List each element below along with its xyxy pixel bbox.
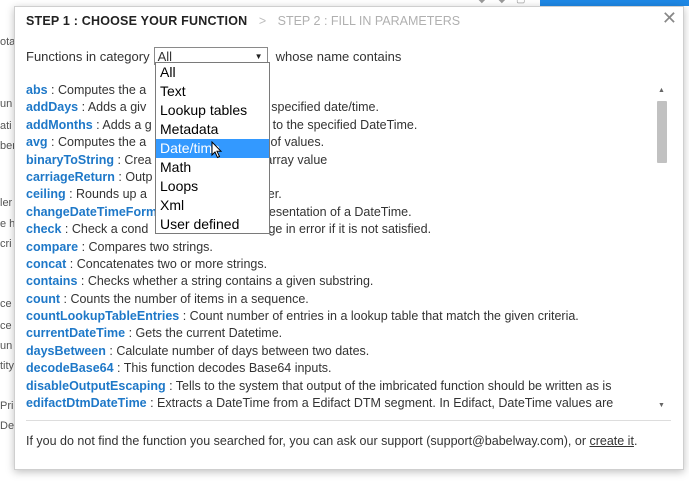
scrollbar-thumb[interactable] (657, 101, 667, 163)
function-description: : Compares two strings. (78, 239, 213, 254)
function-name[interactable]: daysBetween (26, 344, 106, 358)
function-list-item[interactable]: concat : Concatenates two or more string… (26, 256, 651, 273)
function-description: : Concatenates two or more strings. (66, 256, 268, 271)
function-list-item[interactable]: currentDateTime : Gets the current Datet… (26, 325, 651, 342)
function-list-item[interactable]: daysBetween : Calculate number of days b… (26, 343, 651, 360)
function-name[interactable]: abs (26, 83, 48, 97)
step-2-label: STEP 2 : FILL IN PARAMETERS (277, 14, 461, 28)
category-option[interactable]: User defined (156, 215, 269, 234)
function-name[interactable]: carriageReturn (26, 170, 115, 184)
function-list-item[interactable]: compare : Compares two strings. (26, 239, 651, 256)
function-name[interactable]: edifactDtmDateTime (26, 396, 147, 410)
filter-suffix-label: whose name contains (275, 48, 402, 64)
function-list-item[interactable]: binaryToString : Crea yte array value (26, 152, 651, 169)
function-list-item[interactable]: countLookupTableEntries : Count number o… (26, 308, 651, 325)
function-description: : Returns the id of a given type from a … (96, 413, 610, 414)
function-name[interactable]: changeDateTimeForm (26, 205, 157, 219)
function-list: abs : Computes the a addDays : Adds a giv… (26, 82, 651, 414)
function-description: : Tells to the system that output of the… (165, 378, 612, 393)
function-list-item[interactable]: abs : Computes the a (26, 82, 651, 99)
function-name[interactable]: count (26, 292, 60, 306)
function-list-item[interactable]: disableOutputEscaping : Tells to the sys… (26, 378, 651, 395)
category-option[interactable]: Xml (156, 196, 269, 215)
mouse-cursor-icon (211, 141, 223, 159)
function-list-item[interactable]: count : Counts the number of items in a … (26, 291, 651, 308)
function-list-item[interactable]: decodeBase64 : This function decodes Bas… (26, 360, 651, 377)
function-description: : Counts the number of items in a sequen… (60, 291, 309, 306)
close-icon[interactable]: ✕ (662, 8, 677, 28)
filter-prefix-label: Functions in category (26, 48, 150, 64)
footer-text: If you do not find the function you sear… (26, 434, 590, 448)
function-description: : Checks whether a string contains a giv… (77, 274, 374, 289)
function-list-item[interactable]: avg : Computes the a ence of values. (26, 134, 651, 151)
function-list-item[interactable]: addDays : Adds a giv o the specified dat… (26, 99, 651, 116)
function-name[interactable]: currentDateTime (26, 326, 125, 340)
category-option[interactable]: Text (156, 82, 269, 101)
function-list-item[interactable]: check : Check a cond essage in error if … (26, 221, 651, 238)
footer-divider (26, 420, 671, 421)
function-description: : Calculate number of days between two d… (105, 343, 370, 358)
function-name[interactable]: disableOutputEscaping (26, 379, 166, 393)
function-name[interactable]: ceiling (26, 187, 66, 201)
function-list-item[interactable]: ceiling : Rounds up a integer. (26, 186, 651, 203)
function-name[interactable]: edifactPiaId (26, 413, 96, 414)
function-list-container: abs : Computes the a addDays : Adds a giv… (26, 79, 669, 414)
function-name[interactable]: compare (26, 240, 78, 254)
function-name[interactable]: contains (26, 274, 77, 288)
function-list-item[interactable]: edifactDtmDateTime : Extracts a DateTime… (26, 395, 651, 412)
function-description: : Computes the a (47, 83, 147, 97)
wizard-steps: STEP 1 : CHOOSE YOUR FUNCTION > STEP 2 :… (26, 14, 460, 28)
function-list-item[interactable]: addMonths : Adds a g nths to the specifi… (26, 117, 651, 134)
create-it-link[interactable]: create it (589, 434, 633, 448)
step-1-label: STEP 1 : CHOOSE YOUR FUNCTION (26, 14, 248, 28)
category-option[interactable]: Lookup tables (156, 101, 269, 120)
function-name[interactable]: addDays (26, 100, 78, 114)
function-name[interactable]: addMonths (26, 118, 93, 132)
function-list-item[interactable]: carriageReturn : Outp n. (26, 169, 651, 186)
scroll-down-arrow-icon[interactable]: ▼ (658, 402, 665, 409)
function-name[interactable]: concat (26, 257, 66, 271)
background-toolbar-icon: ▢ (516, 0, 526, 5)
function-list-item[interactable]: contains : Checks whether a string conta… (26, 273, 651, 290)
step-separator: > (258, 14, 267, 28)
footer-help-text: If you do not find the function you sear… (26, 433, 666, 450)
background-toolbar-icon: ◆ (498, 0, 508, 5)
function-description: : Count number of entries in a lookup ta… (179, 309, 579, 324)
category-option[interactable]: All (156, 63, 269, 82)
function-description: : Extracts a DateTime from a Edifact DTM… (146, 396, 614, 411)
function-name[interactable]: binaryToString (26, 153, 114, 167)
scroll-up-arrow-icon[interactable]: ▲ (658, 87, 665, 94)
footer-end: . (633, 434, 638, 448)
category-option[interactable]: Loops (156, 177, 269, 196)
background-toolbar-icon: ◆ (478, 0, 488, 5)
function-list-scrollbar[interactable]: ▲ ▼ (655, 79, 669, 414)
function-description: : This function decodes Base64 inputs. (113, 361, 332, 376)
function-list-item[interactable]: edifactPiaId : Returns the id of a given… (26, 412, 651, 414)
category-option[interactable]: Metadata (156, 120, 269, 139)
function-name[interactable]: check (26, 222, 61, 236)
function-description: : Gets the current Datetime. (125, 326, 283, 341)
function-name[interactable]: countLookupTableEntries (26, 309, 179, 323)
function-name[interactable]: decodeBase64 (26, 361, 114, 375)
function-name[interactable]: avg (26, 135, 48, 149)
function-list-item[interactable]: changeDateTimeForm epresentation of a Da… (26, 204, 651, 221)
function-chooser-dialog: STEP 1 : CHOOSE YOUR FUNCTION > STEP 2 :… (14, 6, 684, 470)
